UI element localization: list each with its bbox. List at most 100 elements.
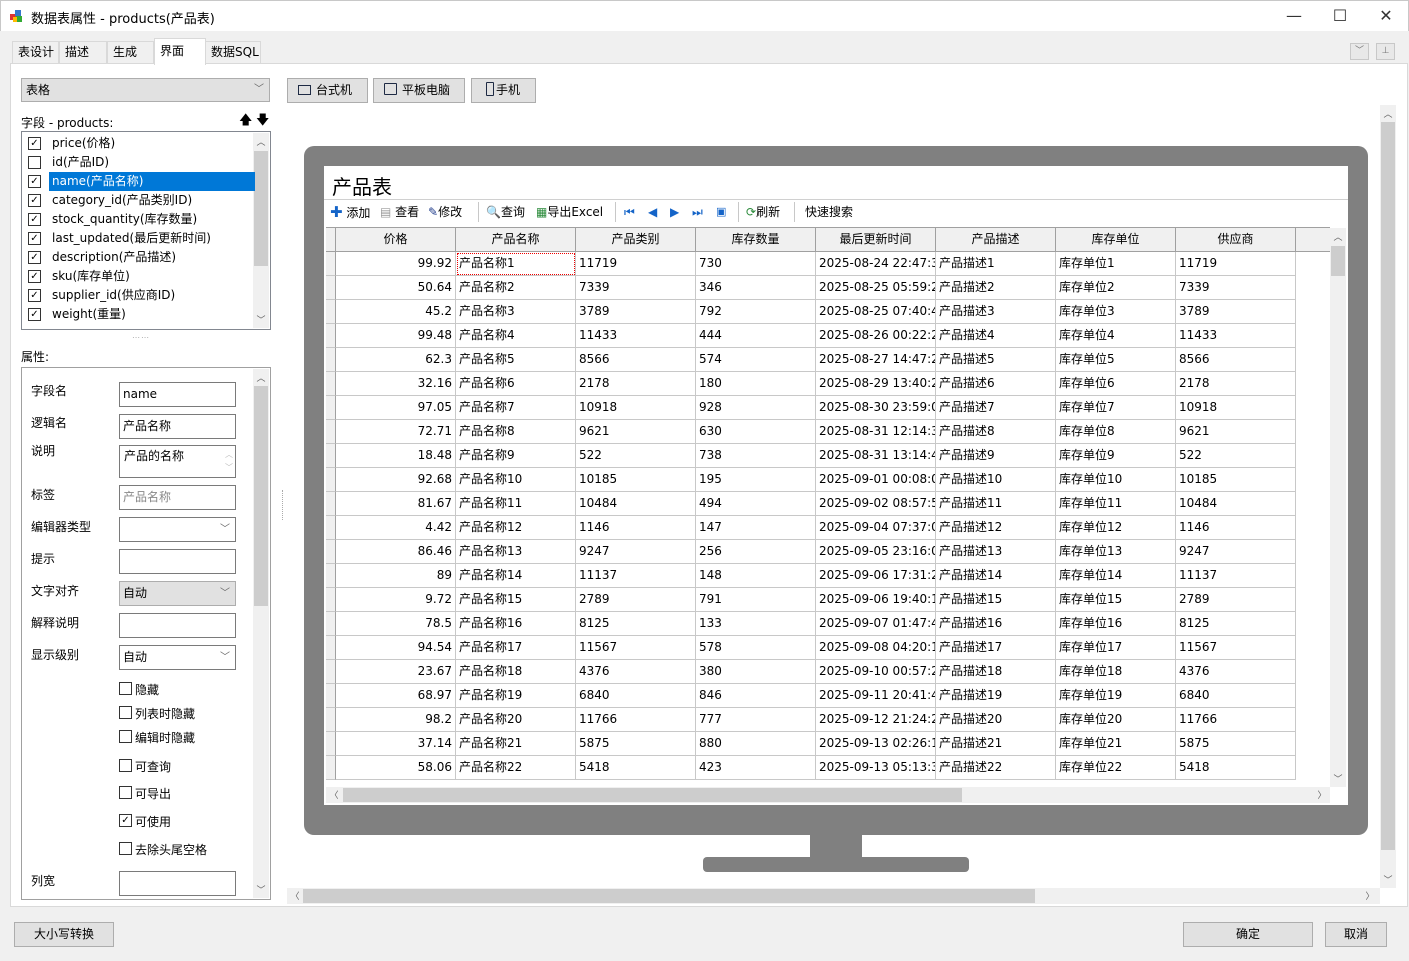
scroll-right-icon[interactable]: 〉 [1316,788,1328,801]
tab-description[interactable]: 描述 [59,41,107,64]
table-cell[interactable]: 2025-08-30 23:59:05 [816,396,936,420]
dropdown-icon[interactable]: ﹀ [1350,43,1369,60]
table-cell[interactable]: 81.67 [336,492,456,516]
table-cell[interactable]: 产品名称13 [456,540,576,564]
explain-input[interactable] [119,613,236,638]
row-indicator[interactable] [326,684,336,708]
row-indicator[interactable] [326,420,336,444]
field-list-item[interactable]: ✓ stock_quantity(库存数量) [25,210,253,229]
record-number-icon[interactable]: ▣ [716,203,726,221]
scroll-up-icon[interactable]: ︿ [253,135,269,148]
table-cell[interactable]: 6840 [1176,684,1296,708]
field-list-item[interactable]: ✓ sku(库存单位) [25,267,253,286]
table-cell[interactable]: 库存单位1 [1056,252,1176,276]
table-cell[interactable]: 产品描述13 [936,540,1056,564]
table-cell[interactable]: 产品名称10 [456,468,576,492]
table-cell[interactable]: 产品描述6 [936,372,1056,396]
table-cell[interactable]: 2025-09-13 02:26:17 [816,732,936,756]
view-type-select[interactable]: 表格 ﹀ [21,78,270,102]
pin-icon[interactable]: ⊥ [1376,43,1395,60]
table-cell[interactable]: 2025-08-31 12:14:39 [816,420,936,444]
field-checkbox[interactable] [28,156,41,169]
table-cell[interactable]: 产品描述19 [936,684,1056,708]
table-cell[interactable]: 4376 [1176,660,1296,684]
textarea-spinner-icon[interactable]: ︿ ﹀ [225,448,233,474]
table-cell[interactable]: 产品名称6 [456,372,576,396]
scroll-left-icon[interactable]: 〈 [289,889,301,902]
checkbox-box[interactable] [119,682,132,695]
table-cell[interactable]: 792 [696,300,816,324]
checkbox-box[interactable] [119,730,132,743]
row-indicator[interactable] [326,732,336,756]
row-indicator[interactable] [326,324,336,348]
minimize-button[interactable]: — [1271,1,1317,31]
next-record-icon[interactable]: ▶ [670,203,679,221]
field-checkbox[interactable]: ✓ [28,175,41,188]
table-cell[interactable]: 2789 [576,588,696,612]
table-cell[interactable]: 2025-08-25 07:40:45 [816,300,936,324]
field-list-scrollbar[interactable]: ︿ ﹀ [253,133,269,328]
table-cell[interactable]: 产品名称16 [456,612,576,636]
phone-button[interactable]: 手机 [471,78,536,103]
table-cell[interactable]: 2025-09-06 17:31:26 [816,564,936,588]
table-cell[interactable]: 791 [696,588,816,612]
table-cell[interactable]: 2025-09-10 00:57:20 [816,660,936,684]
add-button[interactable]: ✚ 添加 [330,203,370,221]
table-cell[interactable]: 库存单位5 [1056,348,1176,372]
table-cell[interactable]: 产品描述9 [936,444,1056,468]
table-cell[interactable]: 630 [696,420,816,444]
table-cell[interactable]: 2025-09-01 00:08:06 [816,468,936,492]
scroll-down-icon[interactable]: ﹀ [253,883,269,896]
table-cell[interactable]: 产品名称9 [456,444,576,468]
table-cell[interactable]: 产品描述20 [936,708,1056,732]
table-cell[interactable]: 产品描述1 [936,252,1056,276]
table-cell[interactable]: 库存单位16 [1056,612,1176,636]
table-cell[interactable]: 2025-08-26 00:22:29 [816,324,936,348]
preview-vertical-scrollbar[interactable]: ︿ ﹀ [1380,105,1396,888]
table-cell[interactable]: 2025-08-29 13:40:26 [816,372,936,396]
refresh-button[interactable]: ⟳刷新 [746,203,780,221]
tab-interface[interactable]: 界面 [154,38,206,65]
table-cell[interactable]: 522 [1176,444,1296,468]
table-cell[interactable]: 98.2 [336,708,456,732]
case-convert-button[interactable]: 大小写转换 [14,922,114,947]
table-cell[interactable]: 147 [696,516,816,540]
grid-vertical-scrollbar[interactable]: ︿ ﹀ [1330,228,1346,787]
first-record-icon[interactable]: ⏮ [624,203,635,221]
column-header[interactable]: 库存数量 [696,228,816,252]
scroll-thumb[interactable] [343,788,962,802]
field-name-input[interactable]: name [119,382,236,407]
row-indicator[interactable] [326,396,336,420]
table-cell[interactable]: 68.97 [336,684,456,708]
table-cell[interactable]: 库存单位15 [1056,588,1176,612]
table-cell[interactable]: 产品名称20 [456,708,576,732]
table-cell[interactable]: 89 [336,564,456,588]
tablet-button[interactable]: 平板电脑 [373,78,465,103]
query-button[interactable]: 🔍查询 [486,203,525,221]
table-cell[interactable]: 846 [696,684,816,708]
previous-record-icon[interactable]: ◀ [648,203,657,221]
field-checkbox[interactable]: ✓ [28,270,41,283]
row-indicator[interactable] [326,636,336,660]
table-cell[interactable]: 2025-08-24 22:47:32 [816,252,936,276]
field-checkbox[interactable]: ✓ [28,289,41,302]
field-checkbox[interactable]: ✓ [28,232,41,245]
table-cell[interactable]: 3789 [1176,300,1296,324]
row-indicator[interactable] [326,252,336,276]
table-cell[interactable]: 产品名称8 [456,420,576,444]
table-cell[interactable]: 库存单位8 [1056,420,1176,444]
table-cell[interactable]: 库存单位6 [1056,372,1176,396]
field-checkbox[interactable]: ✓ [28,308,41,321]
table-cell[interactable]: 133 [696,612,816,636]
table-cell[interactable]: 库存单位18 [1056,660,1176,684]
row-indicator[interactable] [326,540,336,564]
preview-horizontal-scrollbar[interactable]: 〈 〉 [287,888,1380,904]
table-cell[interactable]: 94.54 [336,636,456,660]
table-cell[interactable]: 产品描述5 [936,348,1056,372]
field-checkbox[interactable]: ✓ [28,213,41,226]
table-cell[interactable]: 产品名称19 [456,684,576,708]
table-cell[interactable]: 99.48 [336,324,456,348]
row-indicator[interactable] [326,444,336,468]
table-cell[interactable]: 148 [696,564,816,588]
table-cell[interactable]: 10918 [1176,396,1296,420]
